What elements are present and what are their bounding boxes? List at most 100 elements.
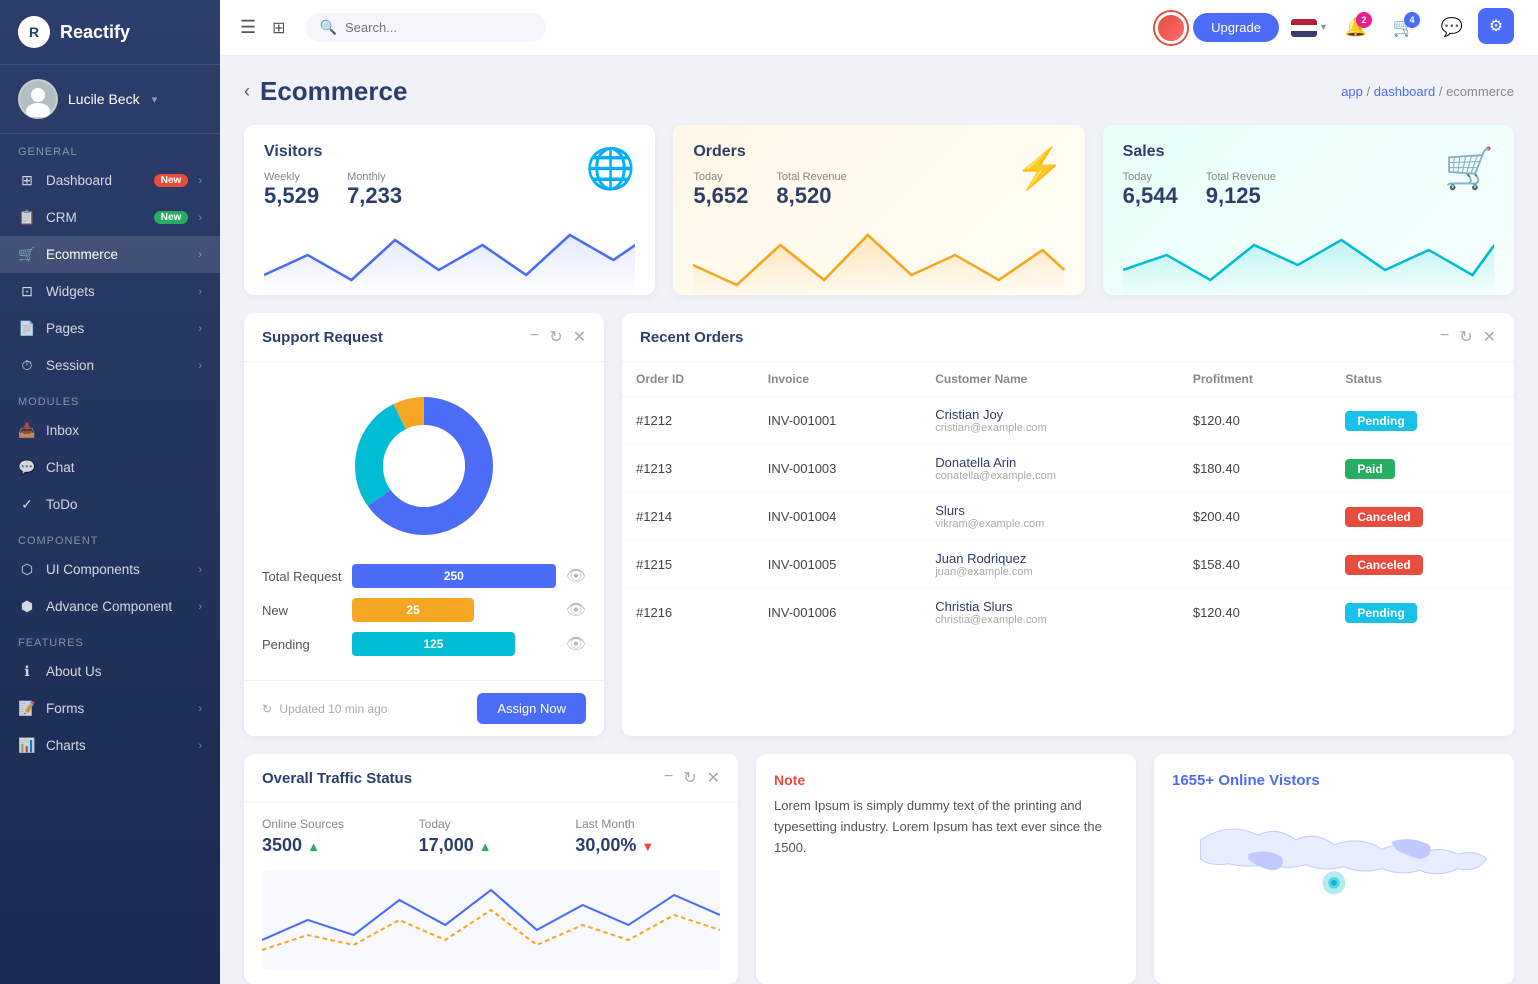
inbox-icon: 📥 — [18, 422, 36, 439]
menu-icon[interactable]: ☰ — [240, 17, 256, 38]
flag-icon — [1291, 19, 1317, 37]
table-row: #1215 INV-001005 Juan Rodriquez juan@exa… — [622, 541, 1514, 589]
orders-today: Today 5,652 — [693, 171, 748, 209]
sidebar-item-forms[interactable]: 📝 Forms › — [0, 690, 220, 727]
sidebar-item-crm-label: CRM — [46, 210, 144, 225]
sales-revenue: Total Revenue 9,125 — [1206, 171, 1276, 209]
username: Lucile Beck — [68, 91, 140, 107]
order-id: #1216 — [622, 589, 754, 637]
sidebar-item-inbox[interactable]: 📥 Inbox — [0, 412, 220, 449]
orders-minimize-icon[interactable]: − — [1440, 327, 1449, 347]
sidebar-item-session[interactable]: ⏱ Session › — [0, 347, 220, 384]
refresh-small-icon: ↻ — [262, 702, 272, 716]
widgets-icon: ⊡ — [18, 283, 36, 300]
visitors-monthly: Monthly 7,233 — [347, 171, 402, 209]
sales-chart — [1123, 225, 1494, 295]
page-content: ‹ Ecommerce app / dashboard / ecommerce … — [220, 56, 1538, 984]
ui-arrow-icon: › — [198, 564, 202, 576]
sidebar-item-charts[interactable]: 📊 Charts › — [0, 727, 220, 764]
minimize-icon[interactable]: − — [530, 327, 539, 347]
assign-button[interactable]: Assign Now — [477, 693, 586, 724]
dashboard-icon: ⊞ — [18, 172, 36, 189]
sidebar-modules-label: Modules — [0, 384, 220, 412]
sales-title: Sales — [1123, 143, 1276, 161]
sidebar-component-label: Component — [0, 523, 220, 551]
total-eye-icon[interactable]: 👁 — [566, 566, 586, 586]
profit: $200.40 — [1179, 493, 1332, 541]
status: Pending — [1331, 589, 1514, 637]
messages-button[interactable]: 💬 — [1434, 10, 1470, 46]
traffic-refresh-icon[interactable]: ↻ — [683, 768, 696, 788]
support-card: Support Request − ↻ ✕ — [244, 313, 604, 736]
breadcrumb-sep2: / — [1439, 84, 1446, 99]
online-map — [1172, 799, 1496, 919]
search-bar[interactable]: 🔍 — [306, 13, 546, 42]
bottom-row: Overall Traffic Status − ↻ ✕ Online Sour… — [244, 754, 1514, 984]
support-title: Support Request — [262, 329, 383, 346]
orders-refresh-icon[interactable]: ↻ — [1459, 327, 1472, 347]
notifications-button[interactable]: 🔔 2 — [1338, 10, 1374, 46]
col-status: Status — [1331, 362, 1514, 397]
pending-eye-icon[interactable]: 👁 — [566, 634, 586, 654]
sidebar-item-todo[interactable]: ✓ ToDo — [0, 486, 220, 523]
invoice: INV-001001 — [754, 397, 922, 445]
grid-icon[interactable]: ⊞ — [272, 18, 285, 38]
language-selector[interactable]: ▾ — [1291, 19, 1326, 37]
dashboard-arrow-icon: › — [198, 175, 202, 187]
breadcrumb-dashboard[interactable]: dashboard — [1374, 84, 1435, 99]
sidebar-item-pages[interactable]: 📄 Pages › — [0, 310, 220, 347]
traffic-col-lastmonth: Last Month 30,00% ▼ — [575, 817, 720, 856]
upgrade-button[interactable]: Upgrade — [1193, 13, 1279, 42]
sidebar-item-dashboard[interactable]: ⊞ Dashboard New › — [0, 162, 220, 199]
forms-arrow-icon: › — [198, 703, 202, 715]
sidebar-item-ecommerce[interactable]: 🛒 Ecommerce › — [0, 236, 220, 273]
sidebar-item-widgets[interactable]: ⊡ Widgets › — [0, 273, 220, 310]
status: Canceled — [1331, 493, 1514, 541]
sidebar-item-chat[interactable]: 💬 Chat — [0, 449, 220, 486]
pages-arrow-icon: › — [198, 323, 202, 335]
sidebar-item-about-us[interactable]: ℹ About Us — [0, 653, 220, 690]
cart-badge: 4 — [1404, 12, 1420, 28]
support-header: Support Request − ↻ ✕ — [244, 313, 604, 362]
sidebar-item-ui-components[interactable]: ⬡ UI Components › — [0, 551, 220, 588]
search-input[interactable] — [345, 20, 525, 35]
invoice: INV-001004 — [754, 493, 922, 541]
sidebar-item-advance-component[interactable]: ⬢ Advance Component › — [0, 588, 220, 625]
sidebar-user[interactable]: Lucile Beck ▾ — [0, 65, 220, 134]
traffic-minimize-icon[interactable]: − — [664, 768, 673, 788]
new-eye-icon[interactable]: 👁 — [566, 600, 586, 620]
charts-icon: 📊 — [18, 737, 36, 754]
ecommerce-icon: 🛒 — [18, 246, 36, 263]
stats-row: Visitors Weekly 5,529 Monthly 7,233 — [244, 125, 1514, 295]
support-new-bar-wrap: 25 — [352, 598, 556, 622]
visitors-globe-icon: 🌐 — [586, 145, 636, 192]
table-row: #1214 INV-001004 Slurs vikram@example.co… — [622, 493, 1514, 541]
user-chevron-icon[interactable]: ▾ — [152, 93, 158, 106]
traffic-col-today: Today 17,000 ▲ — [419, 817, 564, 856]
cart-button[interactable]: 🛒 4 — [1386, 10, 1422, 46]
status: Canceled — [1331, 541, 1514, 589]
traffic-chart-area — [244, 870, 738, 984]
sidebar-item-about-label: About Us — [46, 664, 202, 679]
sidebar-item-chat-label: Chat — [46, 460, 202, 475]
visitors-card: Visitors Weekly 5,529 Monthly 7,233 — [244, 125, 655, 295]
support-new-row: New 25 👁 — [262, 598, 586, 622]
orders-close-icon[interactable]: ✕ — [1483, 327, 1496, 347]
advance-icon: ⬢ — [18, 598, 36, 615]
page-title: Ecommerce — [260, 76, 407, 107]
back-button[interactable]: ‹ — [244, 81, 250, 102]
breadcrumb-app[interactable]: app — [1341, 84, 1363, 99]
visitors-weekly: Weekly 5,529 — [264, 171, 319, 209]
settings-button[interactable]: ⚙ — [1478, 8, 1514, 44]
refresh-icon[interactable]: ↻ — [549, 327, 562, 347]
close-icon[interactable]: ✕ — [573, 327, 586, 347]
crm-badge: New — [154, 211, 189, 224]
order-id: #1215 — [622, 541, 754, 589]
col-customer: Customer Name — [921, 362, 1179, 397]
status: Paid — [1331, 445, 1514, 493]
traffic-close-icon[interactable]: ✕ — [707, 768, 720, 788]
sidebar-item-crm[interactable]: 📋 CRM New › — [0, 199, 220, 236]
traffic-up1-icon: ▲ — [307, 839, 320, 854]
sidebar-logo[interactable]: R Reactify — [0, 0, 220, 65]
col-invoice: Invoice — [754, 362, 922, 397]
